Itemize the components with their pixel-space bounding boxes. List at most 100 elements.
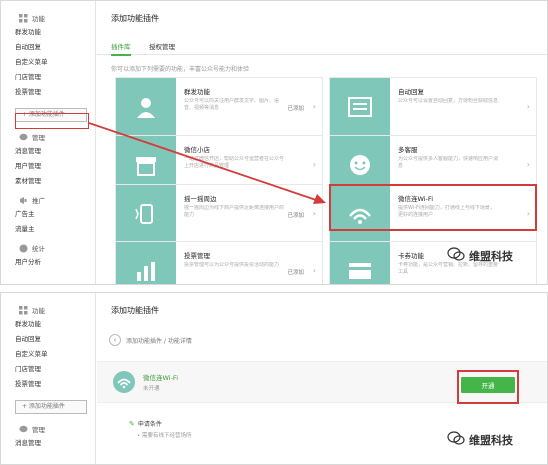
wifi-plugin-name: 微信连Wi-Fi [143, 374, 179, 382]
sidebar-section-title: 推广 [19, 193, 95, 207]
chevron-right-icon: › [312, 102, 316, 111]
user-icon [116, 78, 176, 136]
apply-conditions-label: 申请条件 [137, 421, 162, 428]
sidebar-section-stats: 统计 [1, 241, 95, 255]
plugin-card-mass-send[interactable]: 群发功能 公众号可以向关注用户群发文字、图片、语音、视频等消息 已添加 › [115, 77, 323, 137]
plugin-desc: 公众号可以设置自动回复，方便粉丝获取信息 [398, 98, 498, 104]
sidebar-item-custom-menu[interactable]: 自定义菜单 [1, 55, 95, 70]
apply-conditions-title: ✎ 申请条件 [129, 419, 162, 429]
megaphone-icon [19, 196, 28, 205]
chat-icon [19, 133, 28, 142]
sidebar-section-label: 管理 [32, 426, 45, 434]
sidebar-item-vote[interactable]: 投票管理 [1, 85, 95, 100]
sidebar-section-manage: 管理 [1, 422, 95, 436]
sidebar-item-messages[interactable]: 消息管理 [1, 436, 95, 451]
wifi-plugin-status: 未开通 [143, 386, 160, 392]
sidebar-item-materials[interactable]: 素材管理 [1, 174, 95, 189]
grid-icon [19, 13, 28, 23]
plugin-detail-panel: 功能 群发功能 自动回复 自定义菜单 门店管理 投票管理 + 添加功能插件 管理… [0, 292, 548, 465]
tab-bar: 插件库 授权管理 [97, 37, 547, 56]
plugin-status: 已添加 [287, 213, 304, 219]
breadcrumb: ‹ 添加功能插件 / 功能详情 [109, 334, 192, 346]
main-content: 添加功能插件 插件库 授权管理 你可以添加下列需要的功能，丰富公众号能力和体验 … [97, 1, 547, 284]
sidebar-section-label: 统计 [32, 245, 45, 253]
plugin-status: 已添加 [287, 270, 304, 276]
sidebar-item-custom-menu[interactable]: 自定义菜单 [1, 347, 95, 362]
plugin-name: 投票管理 [184, 252, 210, 260]
watermark-text: 维盟科技 [469, 433, 513, 447]
chevron-right-icon: › [312, 160, 316, 169]
chevron-right-icon: › [312, 209, 316, 218]
sidebar-item-messages[interactable]: 消息管理 [1, 144, 95, 159]
watermark: 维盟科技 [447, 247, 513, 264]
plugin-name: 摇一摇周边 [184, 195, 217, 203]
plugin-name: 卡券功能 [398, 252, 424, 260]
plugin-card-auto-reply[interactable]: 自动回复 公众号可以设置自动回复，方便粉丝获取信息 › [329, 77, 537, 137]
sidebar-section-title: 功能 [19, 303, 95, 317]
card-icon [330, 242, 390, 284]
bar-chart-icon [116, 242, 176, 284]
plugin-desc: 一站式微信开店，帮助公众号运营者在公众号上开店进行商品管理 [184, 156, 284, 169]
sidebar-item-user-analytics[interactable]: 用户分析 [1, 255, 95, 270]
plugin-status: 已添加 [287, 106, 304, 112]
breadcrumb-text: 添加功能插件 / 功能详情 [126, 337, 192, 345]
chat-icon [19, 425, 28, 434]
plugin-desc: 摇一摇周边为线下商户提供近距离连接用户的能力 [184, 205, 284, 218]
sidebar-item-store[interactable]: 门店管理 [1, 70, 95, 85]
apply-conditions-desc: • 需要有线下经营场所 [137, 433, 192, 439]
wifi-plugin-row: 微信连Wi-Fi 未开通 开通 [97, 361, 547, 404]
watermark: 维盟科技 [447, 431, 513, 448]
sidebar-item-mass-send[interactable]: 群发功能 [1, 25, 95, 40]
message-box-icon [330, 78, 390, 136]
plugin-name: 自动回复 [398, 88, 424, 96]
page-title: 添加功能插件 [111, 306, 159, 315]
sidebar-item-advertiser[interactable]: 广告主 [1, 207, 95, 222]
plugin-desc: 公众号可以向关注用户群发文字、图片、语音、视频等消息 [184, 98, 280, 111]
tab-authorization[interactable]: 授权管理 [149, 41, 175, 51]
plugin-library-panel: 功能 群发功能 自动回复 自定义菜单 门店管理 投票管理 + 添加功能插件 管理… [0, 0, 548, 285]
sidebar: 功能 群发功能 自动回复 自定义菜单 门店管理 投票管理 + 添加功能插件 管理… [1, 293, 96, 464]
grid-icon [19, 305, 28, 315]
sidebar-item-auto-reply[interactable]: 自动回复 [1, 332, 95, 347]
plugin-name: 微信小店 [184, 146, 210, 154]
hint-text: 你可以添加下列需要的功能，丰富公众号能力和体验 [111, 66, 250, 73]
wifi-icon [113, 371, 135, 393]
plugin-desc: 为公众号提供多人客服能力，快速响应用户消息 [398, 156, 498, 169]
sidebar: 功能 群发功能 自动回复 自定义菜单 门店管理 投票管理 + 添加功能插件 管理… [1, 1, 96, 284]
back-arrow-icon[interactable]: ‹ [109, 334, 121, 346]
sidebar-section-title: 管理 [19, 422, 95, 436]
plugin-desc: 卡券功能，是公众号营销、拉新、留存的重要工具 [398, 262, 498, 275]
wechat-logo-icon [447, 431, 465, 448]
sidebar-item-vote[interactable]: 投票管理 [1, 377, 95, 392]
add-plugin-button[interactable]: + 添加功能插件 [15, 400, 87, 414]
plugin-card-vote[interactable]: 投票管理 投票管理可以为公众号提供投票活动的能力 已添加 › [115, 241, 323, 284]
plugin-desc: 投票管理可以为公众号提供投票活动的能力 [184, 262, 280, 268]
sidebar-item-users[interactable]: 用户管理 [1, 159, 95, 174]
sidebar-item-publisher[interactable]: 流量主 [1, 222, 95, 237]
chevron-right-icon: › [526, 160, 530, 169]
sidebar-section-function: 功能 [1, 11, 95, 25]
open-button[interactable]: 开通 [461, 377, 515, 393]
chevron-right-icon: › [312, 266, 316, 275]
plugin-name: 多客服 [398, 146, 418, 154]
sidebar-section-title: 功能 [19, 11, 95, 25]
plugin-card-shake[interactable]: 摇一摇周边 摇一摇周边为线下商户提供近距离连接用户的能力 已添加 › [115, 184, 323, 244]
sidebar-item-store[interactable]: 门店管理 [1, 362, 95, 377]
sidebar-section-label: 推广 [32, 197, 45, 205]
pen-icon: ✎ [129, 419, 135, 428]
sidebar-section-function: 功能 [1, 303, 95, 317]
wifi-card-highlight [329, 184, 537, 231]
sidebar-item-auto-reply[interactable]: 自动回复 [1, 40, 95, 55]
add-plugin-highlight [15, 113, 89, 129]
sidebar-section-label: 管理 [32, 134, 45, 142]
shake-icon [116, 185, 176, 243]
sidebar-section-title: 管理 [19, 130, 95, 144]
wechat-logo-icon [447, 247, 465, 264]
chevron-right-icon: › [526, 102, 530, 111]
sidebar-section-promote: 推广 [1, 193, 95, 207]
chart-icon [19, 244, 28, 253]
page-title: 添加功能插件 [111, 14, 159, 23]
tab-plugin-library[interactable]: 插件库 [111, 41, 131, 56]
sidebar-section-title: 统计 [19, 241, 95, 255]
sidebar-item-mass-send[interactable]: 群发功能 [1, 317, 95, 332]
